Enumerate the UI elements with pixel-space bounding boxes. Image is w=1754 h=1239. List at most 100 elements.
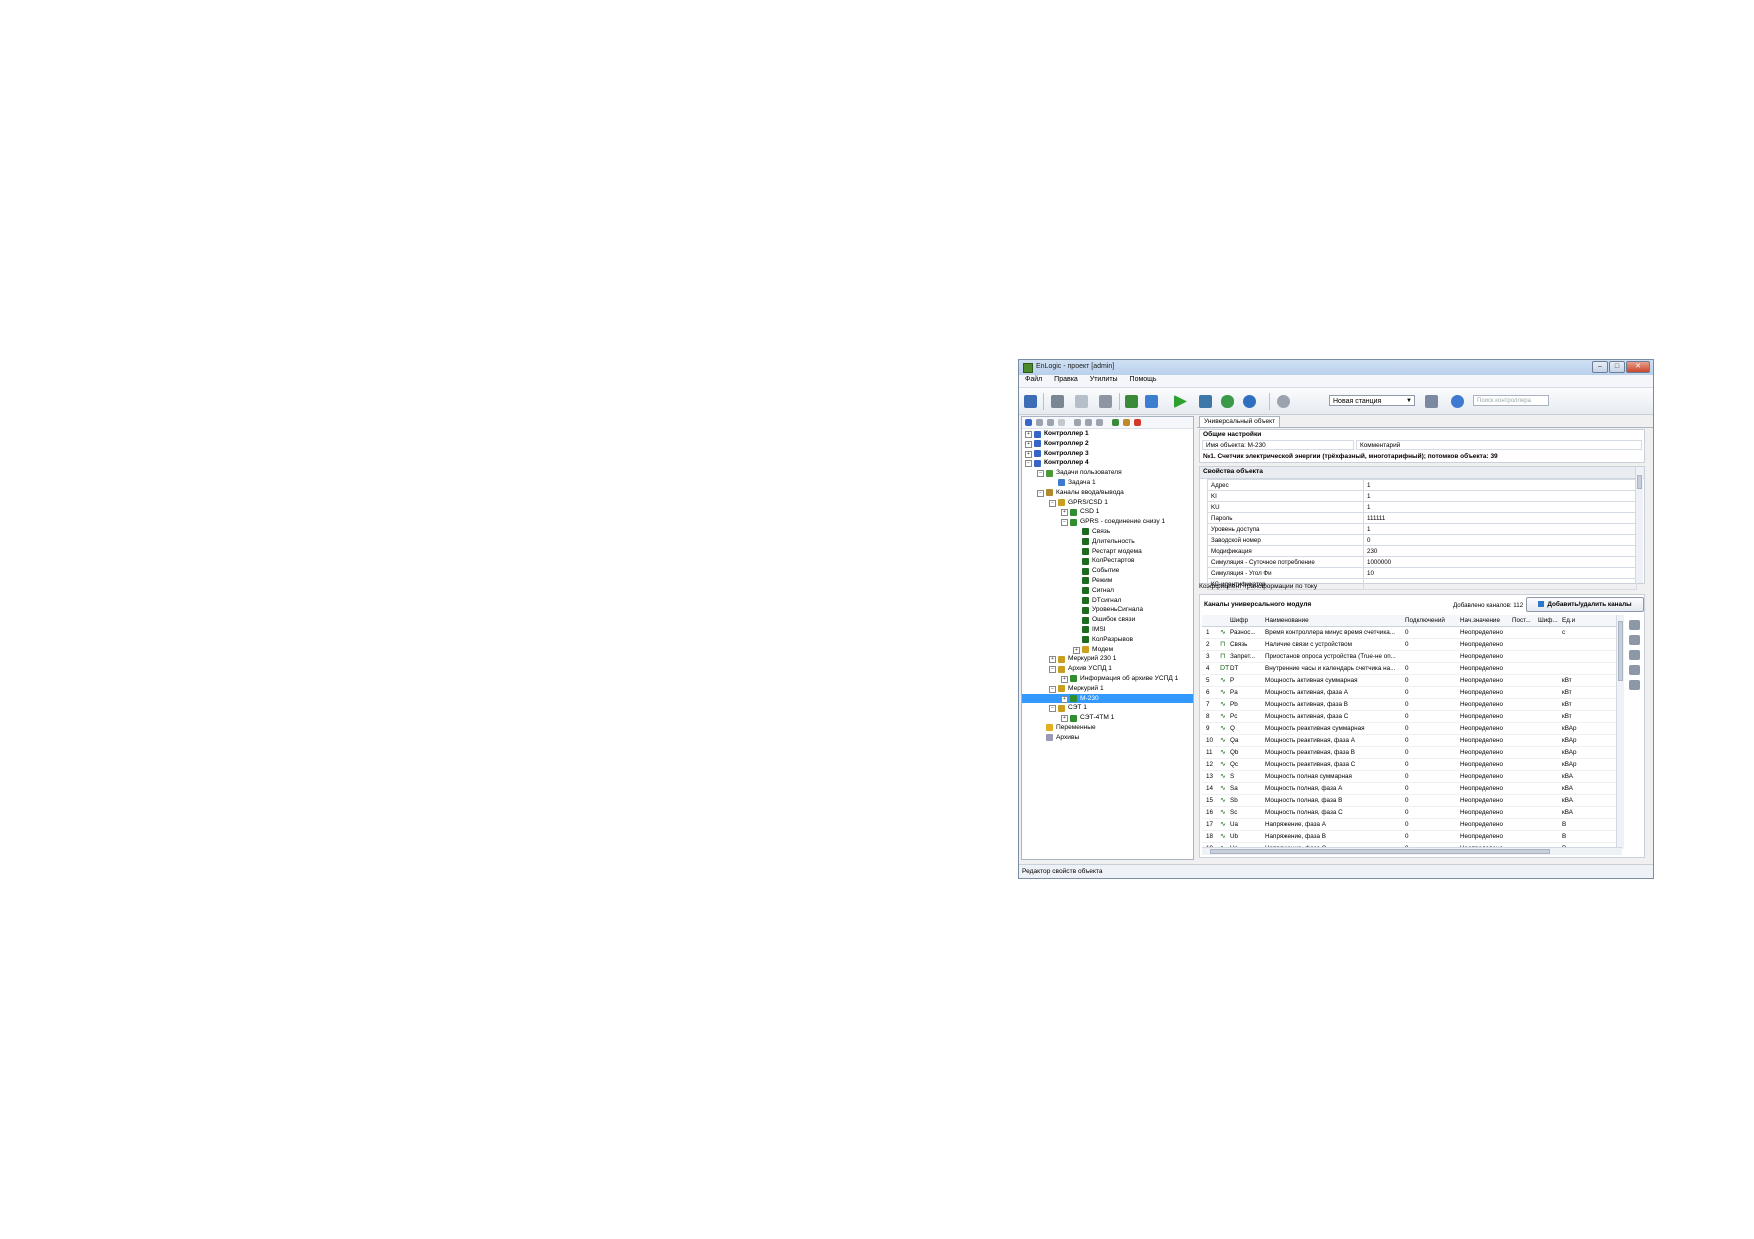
delete-icon[interactable] xyxy=(1134,419,1141,426)
collapse-icon[interactable]: − xyxy=(1049,499,1056,507)
tree-node[interactable]: Рестарт модема xyxy=(1022,547,1193,557)
paste-icon[interactable] xyxy=(1099,395,1112,408)
maximize-button[interactable]: □ xyxy=(1609,361,1625,373)
save-icon[interactable] xyxy=(1024,395,1037,408)
channel-row[interactable]: 16 Sc Мощность полная, фаза С 0 Неопределено… xyxy=(1202,807,1622,819)
expand-icon[interactable]: + xyxy=(1025,440,1032,448)
tree-node[interactable]: DTсигнал xyxy=(1022,596,1193,606)
channel-row[interactable]: 1 Разнос... Время контроллера минус время … xyxy=(1202,627,1622,639)
close-button[interactable]: ✕ xyxy=(1626,361,1650,373)
scroll-thumb[interactable] xyxy=(1618,621,1623,681)
collapse-icon[interactable]: − xyxy=(1049,666,1056,674)
title-bar[interactable]: EnLogic - проект [admin] – □ ✕ xyxy=(1019,360,1653,376)
tree-node[interactable]: − СЭТ 1 xyxy=(1022,703,1193,713)
station-select[interactable]: Новая станция ▼ xyxy=(1329,395,1415,406)
property-value[interactable]: 1000000 xyxy=(1363,556,1637,568)
property-value[interactable]: 111111 xyxy=(1363,512,1637,524)
disconnect-icon[interactable] xyxy=(1629,635,1640,645)
property-value[interactable]: 230 xyxy=(1363,545,1637,557)
copy-icon[interactable] xyxy=(1075,395,1088,408)
channel-row[interactable]: 14 Sa Мощность полная, фаза А 0 Неопределено… xyxy=(1202,783,1622,795)
scroll-thumb[interactable] xyxy=(1210,849,1550,854)
monitor-icon[interactable] xyxy=(1199,395,1212,408)
list-icon[interactable] xyxy=(1125,395,1138,408)
collapse-icon[interactable]: − xyxy=(1037,489,1044,497)
tree-node[interactable]: + Контроллер 1 xyxy=(1022,429,1193,439)
col-connections[interactable]: Подключений xyxy=(1405,615,1455,626)
tab-universal-object[interactable]: Универсальный объект xyxy=(1199,416,1281,427)
property-value[interactable]: 0 xyxy=(1363,534,1637,546)
tree-node[interactable]: КолРазрывов xyxy=(1022,635,1193,645)
property-row[interactable]: KU 1 xyxy=(1207,501,1637,513)
network-icon[interactable] xyxy=(1221,395,1234,408)
help-icon[interactable] xyxy=(1243,395,1256,408)
channels-hscrollbar[interactable] xyxy=(1202,847,1622,855)
minimize-button[interactable]: – xyxy=(1592,361,1608,373)
download-icon[interactable] xyxy=(1145,395,1158,408)
tree-node[interactable]: Ошибок связи xyxy=(1022,615,1193,625)
collapse-icon[interactable]: − xyxy=(1049,685,1056,693)
col-code[interactable]: Шифр xyxy=(1230,615,1263,626)
tree-node[interactable]: + CSD 1 xyxy=(1022,507,1193,517)
expand-icon[interactable]: + xyxy=(1061,509,1068,517)
tree-node[interactable]: Архивы xyxy=(1022,733,1193,743)
tree-node[interactable]: + Контроллер 2 xyxy=(1022,439,1193,449)
copy-icon[interactable] xyxy=(1085,419,1092,426)
search-controller-input[interactable]: Поиск контроллера xyxy=(1473,395,1549,406)
property-row[interactable]: Пароль 111111 xyxy=(1207,512,1637,524)
tree-node[interactable]: Режим xyxy=(1022,576,1193,586)
property-value[interactable]: 1 xyxy=(1363,479,1637,491)
channel-row[interactable]: 10 Qa Мощность реактивная, фаза А 0 Неопреде… xyxy=(1202,735,1622,747)
tree-node[interactable]: Сигнал xyxy=(1022,586,1193,596)
tree-node[interactable]: + Модем xyxy=(1022,645,1193,655)
menu-file[interactable]: Файл xyxy=(1019,375,1046,383)
tree-node[interactable]: IMSI xyxy=(1022,625,1193,635)
channel-row[interactable]: 3 Запрет... Приостанов опроса устройства (… xyxy=(1202,651,1622,663)
col-unit[interactable]: Ед.и xyxy=(1562,615,1578,626)
add-remove-channels-button[interactable]: Добавить/удалить каналы xyxy=(1526,597,1644,612)
expand-icon[interactable]: + xyxy=(1061,715,1068,723)
menu-utilities[interactable]: Утилиты xyxy=(1084,375,1122,383)
cut-icon[interactable] xyxy=(1051,395,1064,408)
tree-node[interactable]: Событие xyxy=(1022,566,1193,576)
collapse-icon[interactable]: − xyxy=(1025,460,1032,468)
col-post[interactable]: Пост... xyxy=(1512,615,1536,626)
tree-node[interactable]: − GPRS/CSD 1 xyxy=(1022,498,1193,508)
connect-icon[interactable] xyxy=(1629,620,1640,630)
tree-node[interactable]: − Контроллер 4 xyxy=(1022,458,1193,468)
property-row[interactable]: Заводской номер 0 xyxy=(1207,534,1637,546)
move-down-icon[interactable] xyxy=(1123,419,1130,426)
channel-row[interactable]: 13 S Мощность полная суммарная 0 Неопределен… xyxy=(1202,771,1622,783)
property-row[interactable]: KI 1 xyxy=(1207,490,1637,502)
paste-icon[interactable] xyxy=(1096,419,1103,426)
tree-node[interactable]: + Меркурий 230 1 xyxy=(1022,654,1193,664)
property-row[interactable]: Симуляция - Угол Фи 10 xyxy=(1207,567,1637,579)
collapse-icon[interactable]: − xyxy=(1061,519,1068,527)
tree-node[interactable]: + Информация об архиве УСПД 1 xyxy=(1022,674,1193,684)
add-controller-icon[interactable] xyxy=(1025,419,1032,426)
channel-row[interactable]: 5 P Мощность активная суммарная 0 Неопределе… xyxy=(1202,675,1622,687)
expand-icon[interactable]: + xyxy=(1061,695,1068,703)
col-name[interactable]: Наименование xyxy=(1265,615,1425,626)
tree-node[interactable]: − Каналы ввода/вывода xyxy=(1022,488,1193,498)
tree-node[interactable]: + Контроллер 3 xyxy=(1022,449,1193,459)
channel-row[interactable]: 4 DT Внутренние часы и календарь счетчика … xyxy=(1202,663,1622,675)
tree-node[interactable]: Длительность xyxy=(1022,537,1193,547)
property-row[interactable]: Уровень доступа 1 xyxy=(1207,523,1637,535)
object-name-field[interactable]: Имя объекта: М-230 xyxy=(1202,440,1354,450)
channel-row[interactable]: 2 Связь Наличие связи с устройством 0 Неопре… xyxy=(1202,639,1622,651)
property-row[interactable]: Адрес 1 xyxy=(1207,479,1637,491)
tree-node[interactable]: − GPRS - соединение снизу 1 xyxy=(1022,517,1193,527)
menu-edit[interactable]: Правка xyxy=(1048,375,1082,383)
gear-icon[interactable] xyxy=(1277,395,1290,408)
tree-node[interactable]: + М-230 xyxy=(1022,693,1193,704)
tree-node[interactable]: УровеньСигнала xyxy=(1022,605,1193,615)
property-row[interactable]: Симуляция - Суточное потребление 1000000 xyxy=(1207,556,1637,568)
tree-node[interactable]: Задача 1 xyxy=(1022,478,1193,488)
property-value[interactable]: 1 xyxy=(1363,490,1637,502)
channel-row[interactable]: 12 Qc Мощность реактивная, фаза С 0 Неопреде… xyxy=(1202,759,1622,771)
channel-row[interactable]: 18 Ub Напряжение, фаза В 0 Неопределено В ∿ xyxy=(1202,831,1622,843)
collapse-icon[interactable]: − xyxy=(1037,470,1044,478)
tree-node[interactable]: Связь xyxy=(1022,527,1193,537)
channel-row[interactable]: 8 Pc Мощность активная, фаза С 0 Неопределен… xyxy=(1202,711,1622,723)
